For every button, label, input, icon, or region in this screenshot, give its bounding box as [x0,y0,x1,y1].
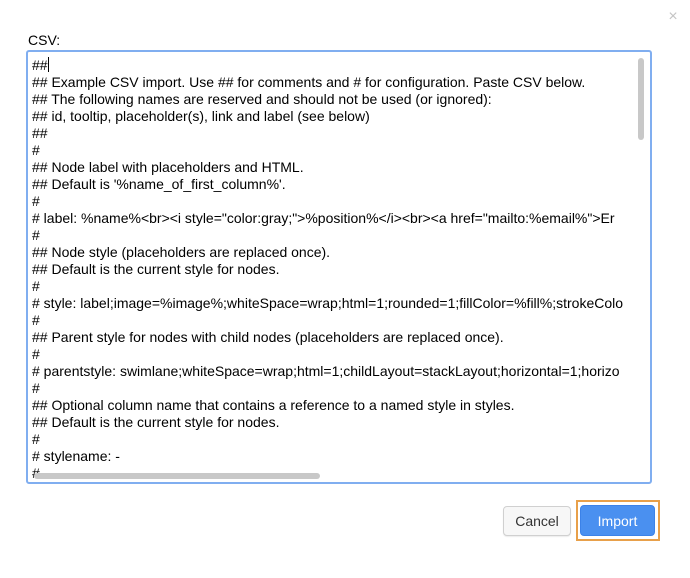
csv-line: ## id, tooltip, placeholder(s), link and… [32,108,370,124]
csv-line: # [32,312,40,328]
csv-line: ## [32,125,48,141]
csv-line: # [32,142,40,158]
csv-label: CSV: [28,32,61,48]
csv-line: # [32,227,40,243]
csv-textarea[interactable]: ## ## Example CSV import. Use ## for com… [26,50,652,484]
csv-line: # [32,380,40,396]
csv-line: ## Default is the current style for node… [32,261,280,277]
csv-line: ## Node style (placeholders are replaced… [32,244,331,260]
vertical-scrollbar[interactable] [638,58,644,140]
csv-line: ## Node label with placeholders and HTML… [32,159,304,175]
csv-line: ## Example CSV import. Use ## for commen… [32,74,586,90]
csv-line: ## Parent style for nodes with child nod… [32,329,504,345]
csv-line: # [32,193,40,209]
csv-line: # [32,431,40,447]
csv-line: ## [32,57,48,73]
csv-line: ## Default is '%name_of_first_column%'. [32,176,286,192]
close-icon[interactable]: × [666,9,680,25]
csv-line: ## Optional column name that contains a … [32,397,515,413]
csv-line: ## The following names are reserved and … [32,91,492,107]
csv-line: # [32,346,40,362]
text-caret [47,57,49,72]
horizontal-scrollbar[interactable] [34,473,320,479]
csv-line: # [32,278,40,294]
csv-line: # parentstyle: swimlane;whiteSpace=wrap;… [32,363,620,379]
csv-content[interactable]: ## ## Example CSV import. Use ## for com… [28,52,650,482]
csv-line: ## Default is the current style for node… [32,414,280,430]
csv-line: # label: %name%<br><i style="color:gray;… [32,210,615,226]
import-button[interactable]: Import [580,505,655,536]
csv-line: # stylename: - [32,448,120,464]
cancel-button[interactable]: Cancel [503,506,571,536]
csv-line: # style: label;image=%image%;whiteSpace=… [32,295,624,311]
